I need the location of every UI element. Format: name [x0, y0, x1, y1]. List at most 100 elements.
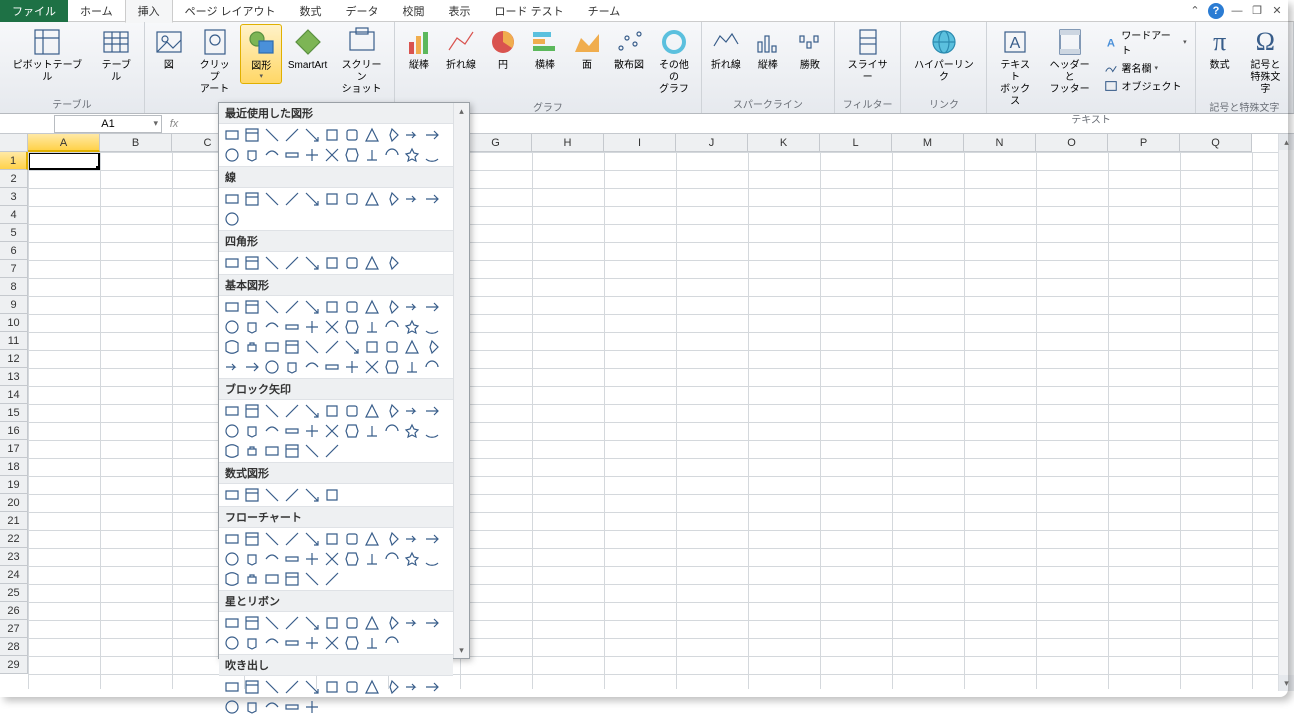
- shape-item[interactable]: [383, 530, 401, 548]
- row-header-25[interactable]: 25: [0, 584, 28, 602]
- shape-item[interactable]: [343, 254, 361, 272]
- shape-item[interactable]: [283, 614, 301, 632]
- shape-item[interactable]: [383, 126, 401, 144]
- shape-item[interactable]: [423, 614, 441, 632]
- shape-item[interactable]: [423, 678, 441, 696]
- shape-item[interactable]: [283, 442, 301, 460]
- row-header-14[interactable]: 14: [0, 386, 28, 404]
- shape-item[interactable]: [343, 678, 361, 696]
- shape-item[interactable]: [343, 298, 361, 316]
- row-header-23[interactable]: 23: [0, 548, 28, 566]
- shape-item[interactable]: [223, 298, 241, 316]
- shape-item[interactable]: [303, 570, 321, 588]
- shape-item[interactable]: [243, 318, 261, 336]
- row-header-4[interactable]: 4: [0, 206, 28, 224]
- shape-item[interactable]: [383, 190, 401, 208]
- signature-button[interactable]: 署名欄▾: [1102, 59, 1188, 76]
- shape-item[interactable]: [363, 318, 381, 336]
- scroll-up-icon[interactable]: ▴: [454, 103, 469, 119]
- fx-icon[interactable]: fx: [164, 118, 184, 130]
- ribbon-minimize-icon[interactable]: ⌃: [1188, 4, 1202, 18]
- shape-item[interactable]: [323, 298, 341, 316]
- chart-bar-button[interactable]: 横棒: [525, 24, 565, 74]
- shape-item[interactable]: [383, 146, 401, 164]
- chart-column-button[interactable]: 縦棒: [399, 24, 439, 74]
- shape-item[interactable]: [383, 318, 401, 336]
- shape-item[interactable]: [303, 146, 321, 164]
- row-header-27[interactable]: 27: [0, 620, 28, 638]
- shape-item[interactable]: [323, 634, 341, 652]
- tab-insert[interactable]: 挿入: [125, 0, 173, 23]
- shape-item[interactable]: [343, 126, 361, 144]
- shape-item[interactable]: [323, 190, 341, 208]
- shape-item[interactable]: [323, 402, 341, 420]
- shape-item[interactable]: [423, 318, 441, 336]
- shape-item[interactable]: [303, 358, 321, 376]
- shape-item[interactable]: [323, 338, 341, 356]
- tab-loadtest[interactable]: ロード テスト: [483, 0, 576, 22]
- shape-item[interactable]: [303, 634, 321, 652]
- row-header-21[interactable]: 21: [0, 512, 28, 530]
- shape-item[interactable]: [363, 422, 381, 440]
- scroll-down-icon[interactable]: ▾: [454, 642, 469, 658]
- shape-item[interactable]: [363, 338, 381, 356]
- column-header-P[interactable]: P: [1108, 134, 1180, 152]
- column-header-O[interactable]: O: [1036, 134, 1108, 152]
- tab-pagelayout[interactable]: ページ レイアウト: [173, 0, 288, 22]
- shape-item[interactable]: [323, 422, 341, 440]
- column-header-Q[interactable]: Q: [1180, 134, 1252, 152]
- shape-item[interactable]: [243, 146, 261, 164]
- shape-item[interactable]: [223, 486, 241, 504]
- shape-item[interactable]: [283, 190, 301, 208]
- shape-item[interactable]: [223, 570, 241, 588]
- row-header-15[interactable]: 15: [0, 404, 28, 422]
- shape-item[interactable]: [323, 146, 341, 164]
- shape-item[interactable]: [283, 318, 301, 336]
- shape-item[interactable]: [263, 422, 281, 440]
- shape-item[interactable]: [363, 254, 381, 272]
- shape-item[interactable]: [383, 678, 401, 696]
- object-button[interactable]: オブジェクト: [1102, 77, 1188, 94]
- sparkline-line-button[interactable]: 折れ線: [706, 24, 746, 74]
- shape-item[interactable]: [283, 338, 301, 356]
- shape-item[interactable]: [243, 338, 261, 356]
- shape-item[interactable]: [423, 146, 441, 164]
- shape-item[interactable]: [263, 530, 281, 548]
- shape-item[interactable]: [403, 550, 421, 568]
- shape-item[interactable]: [243, 614, 261, 632]
- slicer-button[interactable]: スライサー: [839, 24, 897, 86]
- shape-item[interactable]: [343, 530, 361, 548]
- shape-item[interactable]: [423, 190, 441, 208]
- tab-view[interactable]: 表示: [437, 0, 483, 22]
- shape-item[interactable]: [383, 402, 401, 420]
- shape-item[interactable]: [283, 402, 301, 420]
- shape-item[interactable]: [303, 402, 321, 420]
- row-header-11[interactable]: 11: [0, 332, 28, 350]
- shape-item[interactable]: [303, 614, 321, 632]
- spreadsheet-grid[interactable]: 1234567891011121314151617181920212223242…: [0, 134, 1294, 689]
- shape-item[interactable]: [423, 530, 441, 548]
- shape-item[interactable]: [403, 190, 421, 208]
- shape-item[interactable]: [303, 530, 321, 548]
- shape-item[interactable]: [283, 550, 301, 568]
- row-header-12[interactable]: 12: [0, 350, 28, 368]
- screenshot-button[interactable]: スクリーン ショット: [333, 24, 390, 98]
- shape-item[interactable]: [283, 422, 301, 440]
- shape-item[interactable]: [263, 550, 281, 568]
- shape-item[interactable]: [303, 126, 321, 144]
- shape-item[interactable]: [303, 190, 321, 208]
- tab-home[interactable]: ホーム: [68, 0, 125, 22]
- shape-item[interactable]: [383, 422, 401, 440]
- shape-item[interactable]: [403, 146, 421, 164]
- shape-item[interactable]: [343, 422, 361, 440]
- shape-item[interactable]: [403, 530, 421, 548]
- shape-item[interactable]: [323, 254, 341, 272]
- shape-item[interactable]: [283, 486, 301, 504]
- shape-item[interactable]: [263, 338, 281, 356]
- equation-button[interactable]: π数式: [1200, 24, 1240, 74]
- shape-item[interactable]: [303, 298, 321, 316]
- shape-item[interactable]: [243, 358, 261, 376]
- shape-item[interactable]: [363, 298, 381, 316]
- chart-line-button[interactable]: 折れ線: [441, 24, 481, 74]
- shape-item[interactable]: [243, 634, 261, 652]
